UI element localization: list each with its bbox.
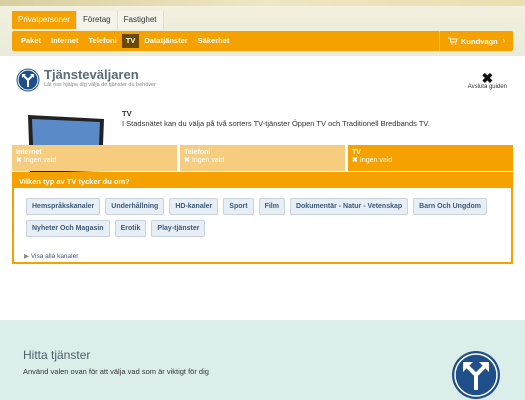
category-tv[interactable]: TV ✖ Ingen vald <box>348 145 513 171</box>
question-box: Vilken typ av TV tycker du om? Hemspråks… <box>12 172 513 264</box>
option-button[interactable]: HD-kanaler <box>169 198 219 215</box>
close-icon: ✖ <box>481 70 494 86</box>
main-menu-bar: Paket Internet Telefoni TV Datatjänster … <box>12 31 513 51</box>
show-all-channels-link[interactable]: ▶ Visa alla kanaler <box>24 252 78 260</box>
main-menu: Paket Internet Telefoni TV Datatjänster … <box>16 31 234 51</box>
signpost-logo-icon <box>452 351 500 399</box>
menu-item-telefoni[interactable]: Telefoni <box>84 31 122 51</box>
wizard-subtitle: Låt oss hjälpa dig välja de tjänster du … <box>44 82 156 88</box>
close-icon: ✖ <box>184 157 190 164</box>
category-status: Ingen vald <box>23 157 57 164</box>
cart-label: Kundvagn <box>460 36 498 46</box>
segment-tabs: Privatpersoner Företag Fastighet <box>12 11 164 29</box>
question-title: Vilken typ av TV tycker du om? <box>14 174 511 188</box>
triangle-right-icon: ▶ <box>24 253 29 260</box>
option-button[interactable]: Hemspråkskanaler <box>26 198 101 215</box>
close-icon: ✖ <box>16 157 22 164</box>
category-tabs: Internet ✖ Ingen vald Telefoni ✖ Ingen val… <box>12 145 513 171</box>
option-list: Hemspråkskanaler Underhållning HD-kanale… <box>26 198 506 237</box>
menu-item-tv[interactable]: TV <box>121 34 140 48</box>
option-button[interactable]: Play-tjänster <box>151 220 206 237</box>
category-name: Internet <box>16 149 42 156</box>
cart-button[interactable]: Kundvagn › <box>438 31 513 51</box>
close-wizard-label: Avsluta guiden <box>467 84 507 90</box>
tv-description: I Stadsnätet kan du välja på två sorters… <box>122 119 430 128</box>
cart-icon <box>447 37 458 45</box>
tab-fastighet[interactable]: Fastighet <box>117 11 164 29</box>
category-name: TV <box>352 149 361 156</box>
find-services-subtitle: Använd valen ovan för att välja vad som … <box>23 367 209 376</box>
option-button[interactable]: Underhållning <box>105 198 165 215</box>
decorative-strip <box>0 0 525 6</box>
wizard-title: Tjänsteväljaren <box>44 67 139 82</box>
menu-item-sakerhet[interactable]: Säkerhet <box>193 31 235 51</box>
category-status: Ingen vald <box>359 157 393 164</box>
chevron-right-icon: › <box>502 37 505 45</box>
show-all-label: Visa alla kanaler <box>30 253 79 260</box>
option-button[interactable]: Film <box>258 198 285 215</box>
category-status: Ingen vald <box>191 157 225 164</box>
tab-foretag[interactable]: Företag <box>77 11 118 29</box>
menu-item-paket[interactable]: Paket <box>16 31 46 51</box>
tv-description-block: TV I Stadsnätet kan du välja på två sort… <box>122 109 442 129</box>
option-button[interactable]: Nyheter Och Magasin <box>26 220 110 237</box>
menu-item-datatjanster[interactable]: Datatjänster <box>139 31 192 51</box>
wizard-header: Tjänsteväljaren Låt oss hjälpa dig välja… <box>16 68 156 92</box>
option-button[interactable]: Sport <box>223 198 254 215</box>
close-icon: ✖ <box>352 157 358 164</box>
option-button[interactable]: Barn Och Ungdom <box>413 198 488 215</box>
signpost-logo-icon <box>16 68 40 92</box>
category-internet[interactable]: Internet ✖ Ingen vald <box>12 145 177 171</box>
category-name: Telefoni <box>184 149 211 156</box>
option-button[interactable]: Erotik <box>114 220 147 237</box>
find-services-title: Hitta tjänster <box>23 348 91 362</box>
menu-item-internet[interactable]: Internet <box>46 31 84 51</box>
close-wizard-button[interactable]: ✖ Avsluta guiden <box>467 70 507 90</box>
option-button[interactable]: Dokumentär - Natur - Vetenskap <box>289 198 409 215</box>
tv-title: TV <box>122 109 132 118</box>
tab-privatpersoner[interactable]: Privatpersoner <box>12 11 78 29</box>
category-telefoni[interactable]: Telefoni ✖ Ingen vald <box>180 145 345 171</box>
